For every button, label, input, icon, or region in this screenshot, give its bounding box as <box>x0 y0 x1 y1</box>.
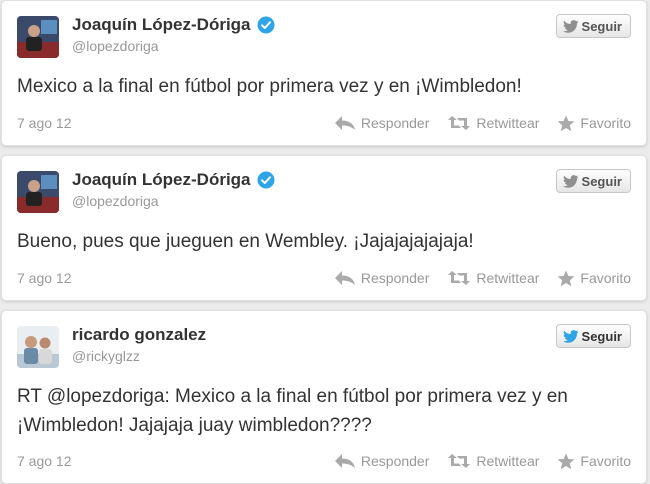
tweet-footer: 7 ago 12 Responder Retwittear Favorito <box>17 268 631 288</box>
follow-button[interactable]: Seguir <box>555 169 631 193</box>
tweet-footer: 7 ago 12 Responder Retwittear Favorito <box>17 113 631 133</box>
bird-icon <box>562 174 579 188</box>
star-icon <box>558 115 575 131</box>
user-name[interactable]: Joaquín López-Dóriga <box>72 170 275 190</box>
star-icon <box>558 453 575 469</box>
avatar[interactable] <box>17 16 59 58</box>
favorite-button[interactable]: Favorito <box>557 270 631 287</box>
avatar[interactable] <box>17 326 59 368</box>
follow-button[interactable]: Seguir <box>555 14 631 38</box>
retweet-label: Retwittear <box>476 115 540 131</box>
user-name[interactable]: Joaquín López-Dóriga <box>72 15 275 35</box>
user-name-text: Joaquín López-Dóriga <box>72 170 251 189</box>
retweet-label: Retwittear <box>476 453 540 469</box>
tweet-date[interactable]: 7 ago 12 <box>17 270 316 286</box>
tweet-card[interactable]: Joaquín López-Dóriga @lopezdoriga Seguir… <box>1 0 647 146</box>
reply-arrow-icon <box>334 454 355 468</box>
tweet-date[interactable]: 7 ago 12 <box>17 453 316 469</box>
tweet-date[interactable]: 7 ago 12 <box>17 115 316 131</box>
retweet-icon <box>448 116 471 130</box>
bird-icon <box>562 19 579 33</box>
user-name[interactable]: ricardo gonzalez <box>72 325 206 345</box>
follow-label: Seguir <box>581 328 622 344</box>
reply-label: Responder <box>360 453 430 469</box>
favorite-button[interactable]: Favorito <box>557 115 631 132</box>
favorite-button[interactable]: Favorito <box>557 453 631 470</box>
tweet-footer: 7 ago 12 Responder Retwittear Favorito <box>17 451 631 471</box>
reply-button[interactable]: Responder <box>334 115 430 131</box>
star-icon <box>558 270 575 286</box>
reply-button[interactable]: Responder <box>334 453 430 469</box>
user-name-text: ricardo gonzalez <box>72 325 207 344</box>
bird-icon <box>562 329 579 343</box>
reply-label: Responder <box>360 115 430 131</box>
retweet-icon <box>448 454 471 468</box>
favorite-label: Favorito <box>580 115 631 131</box>
retweet-button[interactable]: Retwittear <box>447 453 539 469</box>
tweet-text: RT @lopezdoriga: Mexico a la final en fú… <box>17 386 568 436</box>
tweet-text: Bueno, pues que jueguen en Wembley. ¡Jaj… <box>17 231 474 252</box>
verified-badge-icon <box>257 16 274 34</box>
reply-button[interactable]: Responder <box>334 270 430 286</box>
reply-arrow-icon <box>334 116 355 130</box>
tweet-text: Mexico a la final en fútbol por primera … <box>17 76 522 97</box>
favorite-label: Favorito <box>580 453 631 469</box>
retweet-icon <box>448 271 471 285</box>
retweet-button[interactable]: Retwittear <box>447 115 539 131</box>
user-handle[interactable]: @rickyglzz <box>72 348 140 364</box>
verified-badge-icon <box>257 171 274 189</box>
tweet-card[interactable]: Joaquín López-Dóriga @lopezdoriga Seguir… <box>1 155 647 301</box>
user-name-text: Joaquín López-Dóriga <box>72 15 251 34</box>
retweet-label: Retwittear <box>476 270 540 286</box>
avatar[interactable] <box>17 171 59 213</box>
follow-label: Seguir <box>581 18 622 34</box>
user-handle[interactable]: @lopezdoriga <box>72 193 159 209</box>
tweet-card[interactable]: ricardo gonzalez @rickyglzz Seguir RT @l… <box>1 310 647 484</box>
reply-label: Responder <box>360 270 430 286</box>
user-handle[interactable]: @lopezdoriga <box>72 38 159 54</box>
follow-label: Seguir <box>581 173 622 189</box>
favorite-label: Favorito <box>580 270 631 286</box>
retweet-button[interactable]: Retwittear <box>447 270 539 286</box>
reply-arrow-icon <box>334 271 355 285</box>
follow-button[interactable]: Seguir <box>555 324 631 348</box>
